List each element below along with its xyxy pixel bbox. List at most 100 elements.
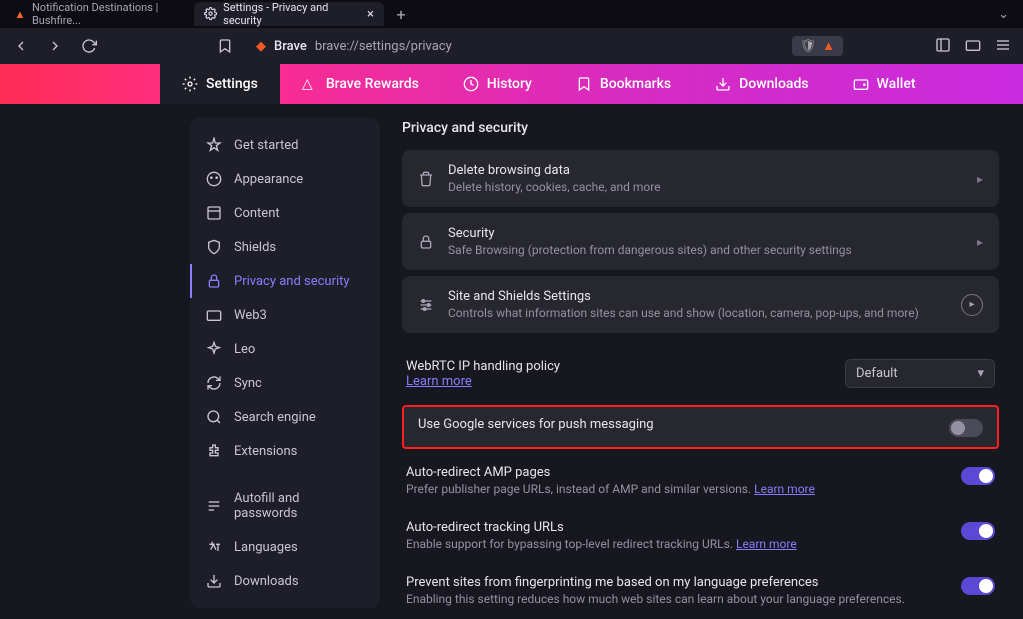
sidebar-item-label: Sync [234, 376, 262, 391]
flame-icon: ▲ [14, 7, 26, 21]
ribbon-wallet[interactable]: Wallet [831, 64, 938, 104]
sidebar-item-leo[interactable]: Leo [190, 332, 380, 366]
ribbon-label: History [487, 76, 532, 92]
card-title: Site and Shields Settings [448, 289, 947, 304]
sidebar-item-label: Privacy and security [234, 274, 350, 289]
shields-indicator[interactable]: 🛡 ▲ [792, 36, 843, 56]
close-icon[interactable]: × [367, 7, 374, 22]
sidebar-item-web3[interactable]: Web3 [190, 298, 380, 332]
fingerprint-toggle[interactable] [961, 577, 995, 595]
chevron-down-icon[interactable]: ⌄ [988, 7, 1019, 22]
sidebar-item-label: Shields [234, 240, 276, 255]
card-title: Delete browsing data [448, 163, 963, 178]
menu-icon[interactable] [995, 37, 1013, 55]
lock-icon [418, 234, 434, 250]
url-text: brave://settings/privacy [315, 39, 452, 54]
tab-strip: ▲ Notification Destinations | Bushfire..… [0, 0, 1023, 28]
learn-more-link[interactable]: Learn more [754, 482, 815, 496]
card-delete-browsing-data[interactable]: Delete browsing data Delete history, coo… [402, 150, 999, 207]
sidebar-item-search-engine[interactable]: Search engine [190, 400, 380, 434]
ribbon-label: Wallet [877, 76, 916, 92]
learn-more-link[interactable]: Learn more [406, 374, 472, 389]
url-bar[interactable]: ◆ Brave brave://settings/privacy 🛡 ▲ [248, 32, 851, 60]
tab-notifications[interactable]: ▲ Notification Destinations | Bushfire..… [4, 2, 194, 26]
sidebar-item-label: Leo [234, 342, 255, 357]
webrtc-select[interactable]: Default [845, 359, 995, 388]
sliders-icon [418, 297, 434, 313]
shield-icon: 🛡 [800, 39, 817, 54]
row-title: Use Google services for push messaging [418, 417, 935, 432]
sidebar-item-content[interactable]: Content [190, 196, 380, 230]
chevron-right-icon: ▸ [977, 235, 983, 249]
trash-icon [418, 171, 434, 187]
reload-button[interactable] [78, 35, 100, 57]
sidebar-item-label: Extensions [234, 444, 297, 459]
google-push-toggle[interactable] [949, 419, 983, 437]
sidebar-item-downloads[interactable]: Downloads [190, 564, 380, 598]
brave-logo-icon: ▲ [822, 38, 835, 54]
sidebar-item-label: Content [234, 206, 280, 221]
row-title: Prevent sites from fingerprinting me bas… [406, 575, 947, 590]
settings-sidebar: Get started Appearance Content Shields P… [190, 118, 380, 608]
row-subtitle: Enabling this setting reduces how much w… [406, 592, 947, 606]
tab-settings[interactable]: Settings - Privacy and security × [194, 2, 384, 26]
ribbon-label: Bookmarks [600, 76, 671, 92]
ribbon-settings[interactable]: Settings [160, 64, 280, 104]
wallet-icon[interactable] [965, 37, 983, 55]
back-button[interactable] [10, 35, 32, 57]
ribbon-label: Brave Rewards [326, 76, 419, 92]
settings-content: Privacy and security Delete browsing dat… [380, 104, 1023, 619]
card-subtitle: Safe Browsing (protection from dangerous… [448, 243, 963, 257]
sidebar-item-sync[interactable]: Sync [190, 366, 380, 400]
toolbar: ◆ Brave brave://settings/privacy 🛡 ▲ [0, 28, 1023, 64]
row-title: Auto-redirect tracking URLs [406, 520, 947, 535]
row-tracking: Auto-redirect tracking URLs Enable suppo… [402, 508, 999, 563]
card-security[interactable]: Security Safe Browsing (protection from … [402, 213, 999, 270]
ribbon-downloads[interactable]: Downloads [693, 64, 830, 104]
row-webrtc: WebRTC IP handling policy Learn more Def… [402, 347, 999, 401]
amp-toggle[interactable] [961, 467, 995, 485]
forward-button[interactable] [44, 35, 66, 57]
nav-ribbon: Settings △ Brave Rewards History Bookmar… [0, 64, 1023, 104]
brave-shield-icon: ◆ [256, 39, 266, 54]
sidebar-item-privacy[interactable]: Privacy and security [190, 264, 380, 298]
tracking-toggle[interactable] [961, 522, 995, 540]
ribbon-label: Downloads [739, 76, 808, 92]
sidebar-item-label: Autofill and passwords [234, 491, 364, 521]
card-subtitle: Delete history, cookies, cache, and more [448, 180, 963, 194]
sidebar-item-extensions[interactable]: Extensions [190, 434, 380, 468]
sidebar-item-get-started[interactable]: Get started [190, 128, 380, 162]
gear-icon [204, 7, 217, 21]
bookmark-icon[interactable] [214, 35, 236, 57]
url-brand: Brave [274, 39, 307, 54]
tab-title: Settings - Privacy and security [223, 1, 361, 27]
card-site-shields[interactable]: Site and Shields Settings Controls what … [402, 276, 999, 333]
ring-arrow-icon [961, 294, 983, 316]
tab-title: Notification Destinations | Bushfire... [32, 1, 184, 27]
learn-more-link[interactable]: Learn more [736, 537, 797, 551]
triangle-icon: △ [302, 76, 318, 92]
row-subtitle: Prefer publisher page URLs, instead of A… [406, 482, 947, 496]
sidebar-item-label: Web3 [234, 308, 267, 323]
select-value: Default [856, 366, 898, 381]
sidebar-item-label: Appearance [234, 172, 303, 187]
card-subtitle: Controls what information sites can use … [448, 306, 947, 320]
ribbon-bookmarks[interactable]: Bookmarks [554, 64, 693, 104]
ribbon-rewards[interactable]: △ Brave Rewards [280, 64, 441, 104]
sidebar-toggle-icon[interactable] [935, 37, 953, 55]
row-fingerprint: Prevent sites from fingerprinting me bas… [402, 563, 999, 618]
row-google-push: Use Google services for push messaging [402, 405, 999, 449]
sidebar-item-autofill[interactable]: Autofill and passwords [190, 482, 380, 530]
ribbon-history[interactable]: History [441, 64, 554, 104]
sidebar-item-languages[interactable]: Languages [190, 530, 380, 564]
sidebar-item-label: Get started [234, 138, 298, 153]
sidebar-item-shields[interactable]: Shields [190, 230, 380, 264]
sidebar-item-appearance[interactable]: Appearance [190, 162, 380, 196]
page-title: Privacy and security [402, 120, 999, 136]
row-subtitle: Enable support for bypassing top-level r… [406, 537, 947, 551]
row-amp: Auto-redirect AMP pages Prefer publisher… [402, 453, 999, 508]
sidebar-item-label: Downloads [234, 574, 299, 589]
row-title: WebRTC IP handling policy [406, 359, 831, 374]
new-tab-button[interactable]: + [390, 3, 412, 25]
chevron-right-icon: ▸ [977, 172, 983, 186]
